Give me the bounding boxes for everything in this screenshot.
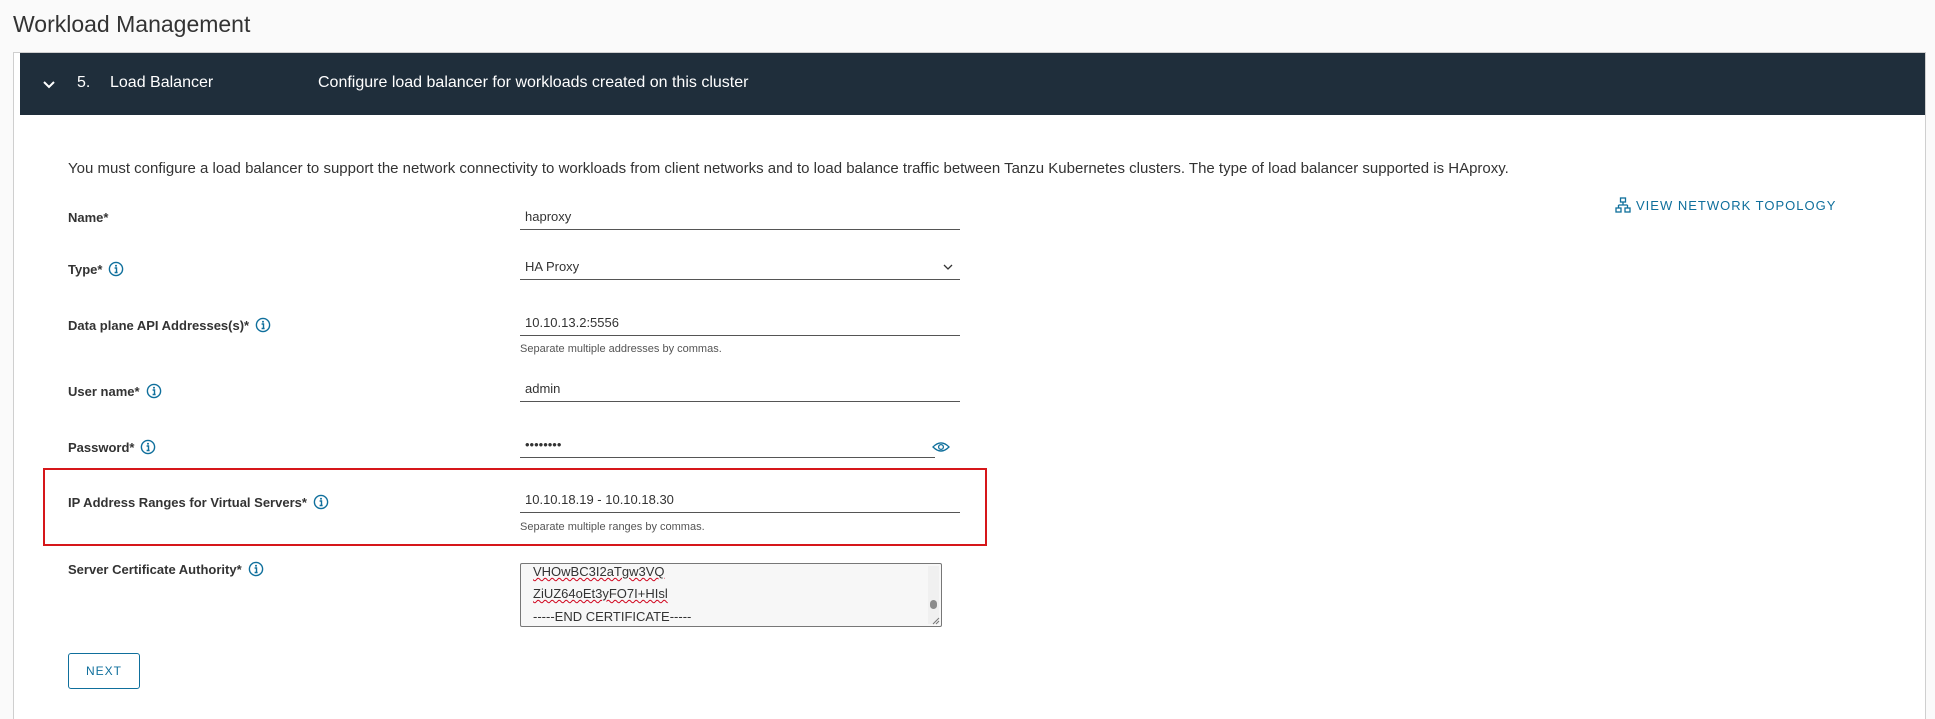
resize-handle-icon[interactable] [932,617,940,625]
ip-ranges-helper: Separate multiple ranges by commas. [520,521,705,533]
info-icon[interactable] [146,383,162,399]
type-select-value: HA Proxy [525,259,580,274]
info-icon[interactable] [140,439,156,455]
type-label: Type* [68,261,124,277]
intro-text: You must configure a load balancer to su… [68,160,1509,177]
password-label: Password* [68,439,156,455]
scroll-thumb[interactable] [930,600,937,609]
ip-ranges-label: IP Address Ranges for Virtual Servers* [68,494,329,510]
cert-line: ZiUZ64oEt3yFO7I+HIsl [533,586,668,601]
dataplane-helper: Separate multiple addresses by commas. [520,343,722,355]
step-name: Load Balancer [110,74,214,91]
name-label: Name* [68,210,109,225]
name-input[interactable]: haproxy [520,203,960,230]
page-title: Workload Management [13,11,251,37]
info-icon[interactable] [248,561,264,577]
info-icon[interactable] [255,317,271,333]
cert-line: -----END CERTIFICATE----- [533,609,692,624]
dataplane-input[interactable]: 10.10.13.2:5556 [520,309,960,336]
network-topology-icon [1615,197,1631,213]
cert-scrollbar[interactable] [928,566,939,624]
ip-ranges-input[interactable]: 10.10.18.19 - 10.10.18.30 [520,486,960,513]
wizard-card: 5. Load Balancer Configure load balancer… [13,52,1926,719]
cert-textarea[interactable]: VHOwBC3I2aTgw3VQ ZiUZ64oEt3yFO7I+HIsl --… [520,563,942,627]
view-network-topology-link[interactable]: VIEW NETWORK TOPOLOGY [1615,197,1836,213]
username-label: User name* [68,383,162,399]
next-button[interactable]: NEXT [68,653,140,689]
username-input[interactable]: admin [520,375,960,402]
step-header[interactable]: 5. Load Balancer Configure load balancer… [20,53,1925,115]
type-select[interactable]: HA Proxy [520,253,960,280]
step-description: Configure load balancer for workloads cr… [318,74,749,91]
password-input[interactable]: •••••••• [520,431,935,458]
cert-line: VHOwBC3I2aTgw3VQ [533,564,665,579]
info-icon[interactable] [108,261,124,277]
topology-link-label: VIEW NETWORK TOPOLOGY [1636,197,1837,213]
step-number: 5. [77,74,91,91]
dataplane-label: Data plane API Addresses(s)* [68,317,271,333]
chevron-down-icon[interactable] [40,75,58,93]
cert-label: Server Certificate Authority* [68,561,264,577]
chevron-down-icon [943,264,953,270]
eye-icon[interactable] [932,440,950,454]
info-icon[interactable] [313,494,329,510]
